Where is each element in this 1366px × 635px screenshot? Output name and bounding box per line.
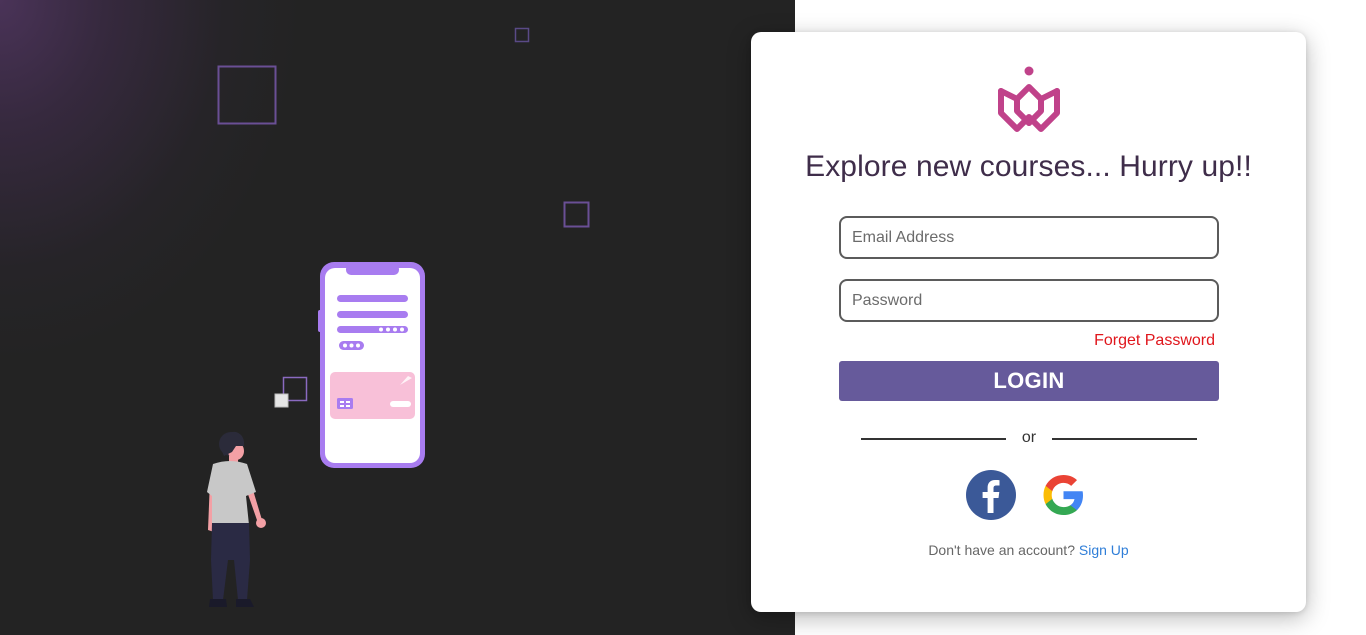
decorative-square [514, 27, 530, 43]
hero-panel [0, 0, 795, 635]
signup-prompt: Don't have an account? Sign Up [751, 542, 1306, 558]
decorative-square [274, 393, 289, 408]
google-icon[interactable] [1037, 469, 1089, 521]
page-title: Explore new courses... Hurry up!! [805, 150, 1252, 183]
phone-illustration [318, 262, 425, 468]
decorative-square [217, 65, 277, 125]
signup-link[interactable]: Sign Up [1079, 542, 1129, 558]
forget-password-link[interactable]: Forget Password [1094, 332, 1215, 350]
divider-label: or [1021, 429, 1037, 446]
email-field[interactable] [839, 216, 1219, 259]
login-button[interactable]: LOGIN [839, 361, 1219, 401]
password-field[interactable] [839, 279, 1219, 322]
login-page: Explore new courses... Hurry up!! Forget… [0, 0, 1366, 635]
divider-line-left [861, 438, 1006, 440]
hero-illustration [207, 27, 590, 607]
person-illustration [207, 431, 266, 607]
login-card: Explore new courses... Hurry up!! Forget… [751, 32, 1306, 612]
signup-prompt-text: Don't have an account? [928, 542, 1075, 558]
divider-line-right [1052, 438, 1197, 440]
decorative-square [563, 201, 590, 228]
facebook-icon[interactable] [965, 469, 1017, 521]
brand-crown-logo-icon [998, 66, 1060, 132]
